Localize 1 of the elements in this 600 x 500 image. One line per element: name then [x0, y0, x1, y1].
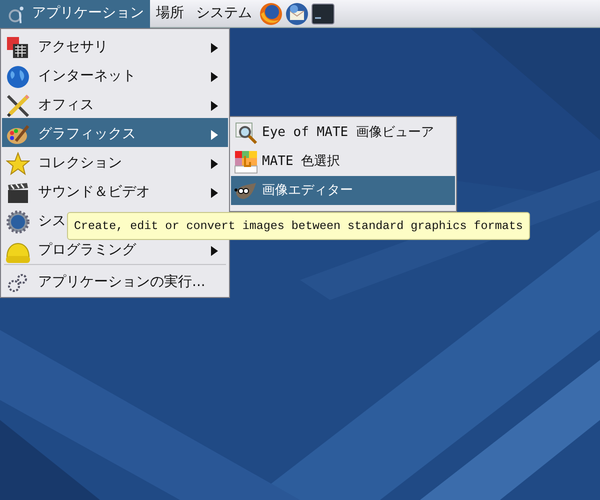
tooltip: Create, edit or convert images between standard graphics formats	[67, 212, 530, 240]
